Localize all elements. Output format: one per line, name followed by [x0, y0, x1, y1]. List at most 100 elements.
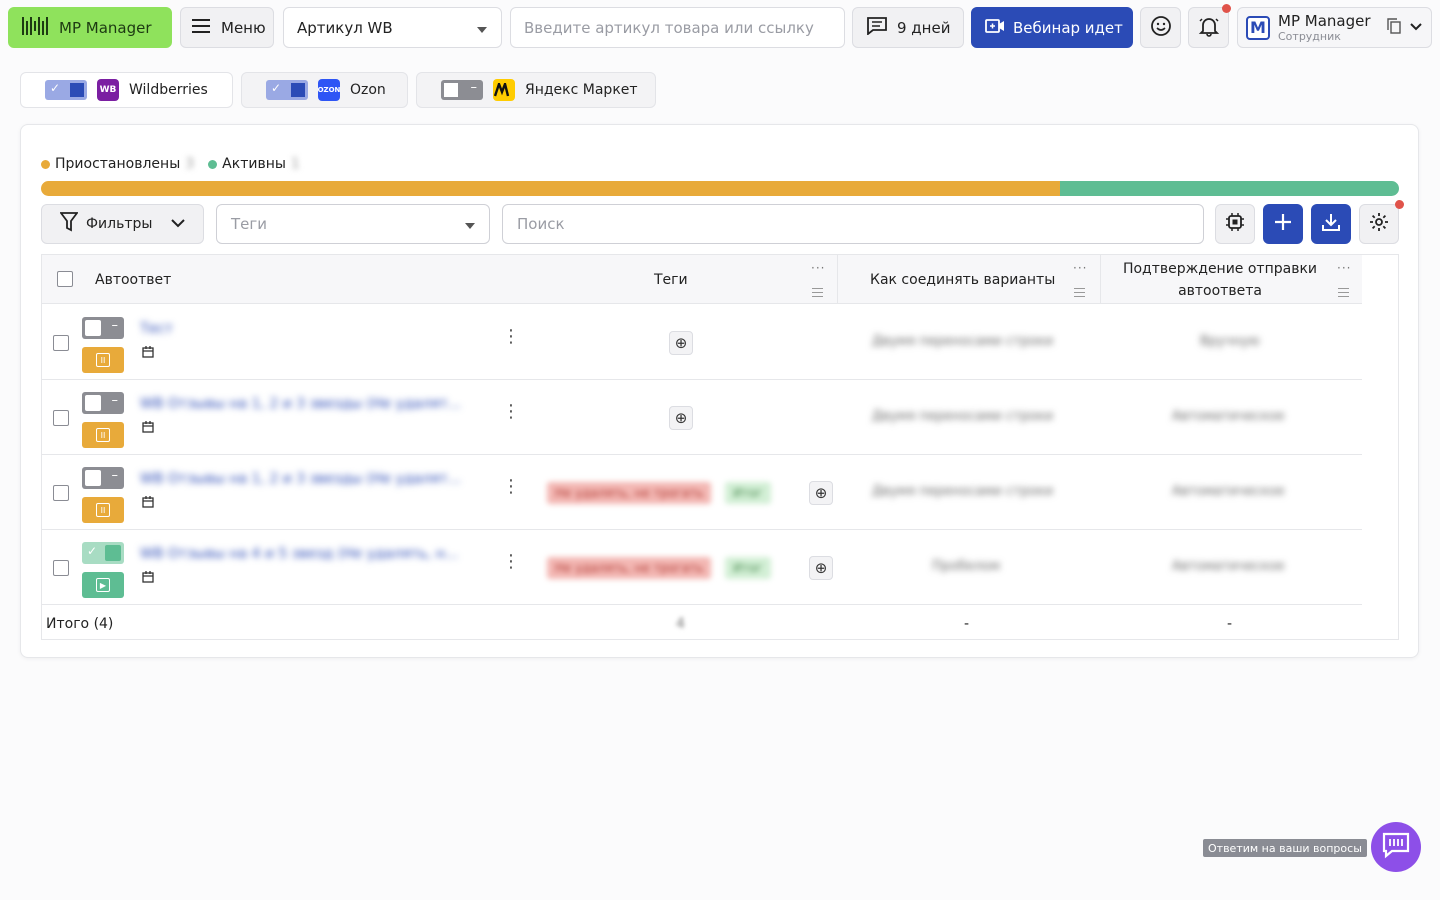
- row-more-icon[interactable]: ⋮: [502, 328, 520, 346]
- copy-icon[interactable]: [1386, 17, 1401, 38]
- row-toggle[interactable]: [82, 467, 124, 489]
- autoresponse-table: Автоответ Теги ··· Как соединять вариант…: [41, 254, 1399, 640]
- funnel-icon: [59, 212, 79, 236]
- row-name-link[interactable]: WB Отзывы на 1, 2 и 3 звезды (Не удалят.…: [140, 396, 461, 412]
- progress-active: [1059, 181, 1399, 196]
- app-logo-button[interactable]: MP Manager: [8, 7, 172, 48]
- col-confirm-menu-icon[interactable]: [1338, 288, 1349, 300]
- col-tags[interactable]: Теги: [654, 255, 688, 304]
- pause-icon: II: [96, 503, 110, 517]
- chip-button[interactable]: [1215, 204, 1255, 244]
- row-checkbox[interactable]: [53, 485, 69, 501]
- barcode-icon: [21, 13, 49, 43]
- article-type-value: Артикул WB: [297, 18, 393, 37]
- article-type-select[interactable]: Артикул WB: [283, 7, 502, 48]
- active-swatch: [208, 159, 218, 169]
- total-tags: 4: [676, 616, 685, 632]
- user-info: MP Manager Сотрудник: [1278, 12, 1371, 43]
- webinar-button[interactable]: Вебинар идет: [971, 7, 1133, 48]
- chat-button[interactable]: [1371, 822, 1421, 872]
- col-combine-more-icon[interactable]: ···: [1073, 261, 1087, 275]
- add-button[interactable]: [1263, 204, 1303, 244]
- table-row[interactable]: II WB Отзывы на 1, 2 и 3 звезды (Не удал…: [42, 380, 1362, 455]
- tags-select[interactable]: Теги: [216, 204, 490, 244]
- ozon-toggle[interactable]: [266, 80, 308, 100]
- table-row[interactable]: II WB Отзывы на 1, 2 и 3 звезды (Не удал…: [42, 455, 1362, 530]
- wildberries-toggle[interactable]: [45, 80, 87, 100]
- add-tag-button[interactable]: ⊕: [669, 331, 693, 355]
- col-combine-menu-icon[interactable]: [1074, 288, 1085, 300]
- table-row[interactable]: II Тест ⋮ ⊕ Двумя переносами строки Вруч…: [42, 305, 1362, 380]
- download-button[interactable]: [1311, 204, 1351, 244]
- row-name-link[interactable]: WB Отзывы на 4 и 5 звезд (Не удалять, н.…: [140, 546, 458, 562]
- row-name-link[interactable]: Тест: [140, 321, 173, 337]
- row-toggle[interactable]: [82, 542, 124, 564]
- legend-paused[interactable]: Приостановлены 3: [41, 156, 194, 172]
- row-status-active: ▶: [82, 572, 124, 598]
- row-checkbox[interactable]: [53, 560, 69, 576]
- calendar-icon[interactable]: [142, 346, 154, 361]
- calendar-icon[interactable]: [142, 421, 154, 436]
- tag-chip[interactable]: Итог: [725, 557, 771, 579]
- yandex-toggle[interactable]: [441, 80, 483, 100]
- row-more-icon[interactable]: ⋮: [502, 478, 520, 496]
- video-icon: [985, 18, 1005, 38]
- add-tag-button[interactable]: ⊕: [809, 556, 833, 580]
- tag-chip[interactable]: Не удалять, не трогать: [547, 482, 712, 504]
- calendar-icon[interactable]: [142, 571, 154, 586]
- row-toggle[interactable]: [82, 392, 124, 414]
- menu-button[interactable]: Меню: [180, 7, 274, 48]
- notifications-button[interactable]: [1188, 4, 1231, 48]
- col-combine[interactable]: Как соединять варианты: [870, 255, 1055, 304]
- hamburger-icon: [191, 18, 211, 37]
- row-status-paused: II: [82, 497, 124, 523]
- tag-chip[interactable]: Итог: [725, 482, 771, 504]
- marketplace-yandex[interactable]: Яндекс Маркет: [416, 72, 656, 108]
- download-icon: [1322, 213, 1340, 235]
- col-tags-more-icon[interactable]: ···: [811, 261, 825, 275]
- status-progress-bar: [41, 181, 1399, 196]
- row-toggle[interactable]: [82, 317, 124, 339]
- user-menu[interactable]: M MP Manager Сотрудник: [1237, 7, 1432, 48]
- col-confirm-more-icon[interactable]: ···: [1337, 261, 1351, 275]
- row-more-icon[interactable]: ⋮: [502, 553, 520, 571]
- notification-dot: [1222, 4, 1231, 13]
- row-checkbox[interactable]: [53, 335, 69, 351]
- row-more-icon[interactable]: ⋮: [502, 403, 520, 421]
- table-row[interactable]: ▶ WB Отзывы на 4 и 5 звезд (Не удалять, …: [42, 530, 1362, 605]
- subscription-days-button[interactable]: 9 дней: [852, 7, 964, 48]
- row-status-paused: II: [82, 347, 124, 373]
- add-tag-button[interactable]: ⊕: [669, 406, 693, 430]
- user-role: Сотрудник: [1278, 29, 1341, 43]
- progress-paused: [41, 181, 1060, 196]
- legend-paused-label: Приостановлены: [55, 156, 181, 172]
- search-input[interactable]: Поиск: [502, 204, 1204, 244]
- article-search-input[interactable]: Введите артикул товара или ссылку: [510, 7, 845, 48]
- table-total-row: Итого (4) 4 - -: [42, 609, 1362, 641]
- col-autoresponse[interactable]: Автоответ: [95, 255, 171, 304]
- settings-button[interactable]: [1359, 200, 1404, 244]
- legend-active-count: 1: [290, 156, 300, 172]
- tag-chip[interactable]: Не удалять, не трогать: [547, 557, 712, 579]
- marketplace-wildberries[interactable]: WB Wildberries: [20, 72, 233, 108]
- row-confirm: Автоматическое: [1172, 409, 1285, 424]
- row-checkbox[interactable]: [53, 410, 69, 426]
- add-tag-button[interactable]: ⊕: [809, 481, 833, 505]
- row-name-link[interactable]: WB Отзывы на 1, 2 и 3 звезды (Не удалят.…: [140, 471, 461, 487]
- chevron-down-icon[interactable]: [1409, 20, 1423, 36]
- legend-active[interactable]: Активны 1: [208, 156, 300, 172]
- autoresponse-card: Приостановлены 3 Активны 1 Фильтры Теги …: [20, 124, 1419, 658]
- chat-tooltip[interactable]: Ответим на ваши вопросы: [1203, 839, 1367, 857]
- filters-button[interactable]: Фильтры: [41, 204, 204, 244]
- caret-down-icon: [477, 19, 487, 37]
- col-confirm[interactable]: Подтверждение отправки автоответа: [1110, 255, 1330, 304]
- col-tags-menu-icon[interactable]: [812, 288, 823, 300]
- feedback-button[interactable]: [1140, 7, 1181, 48]
- yandex-label: Яндекс Маркет: [525, 82, 638, 98]
- status-legend: Приостановлены 3 Активны 1: [41, 156, 300, 172]
- days-label: 9 дней: [897, 18, 951, 37]
- plus-icon: [1274, 213, 1292, 235]
- calendar-icon[interactable]: [142, 496, 154, 511]
- select-all-checkbox[interactable]: [57, 271, 73, 287]
- marketplace-ozon[interactable]: OZON Ozon: [241, 72, 408, 108]
